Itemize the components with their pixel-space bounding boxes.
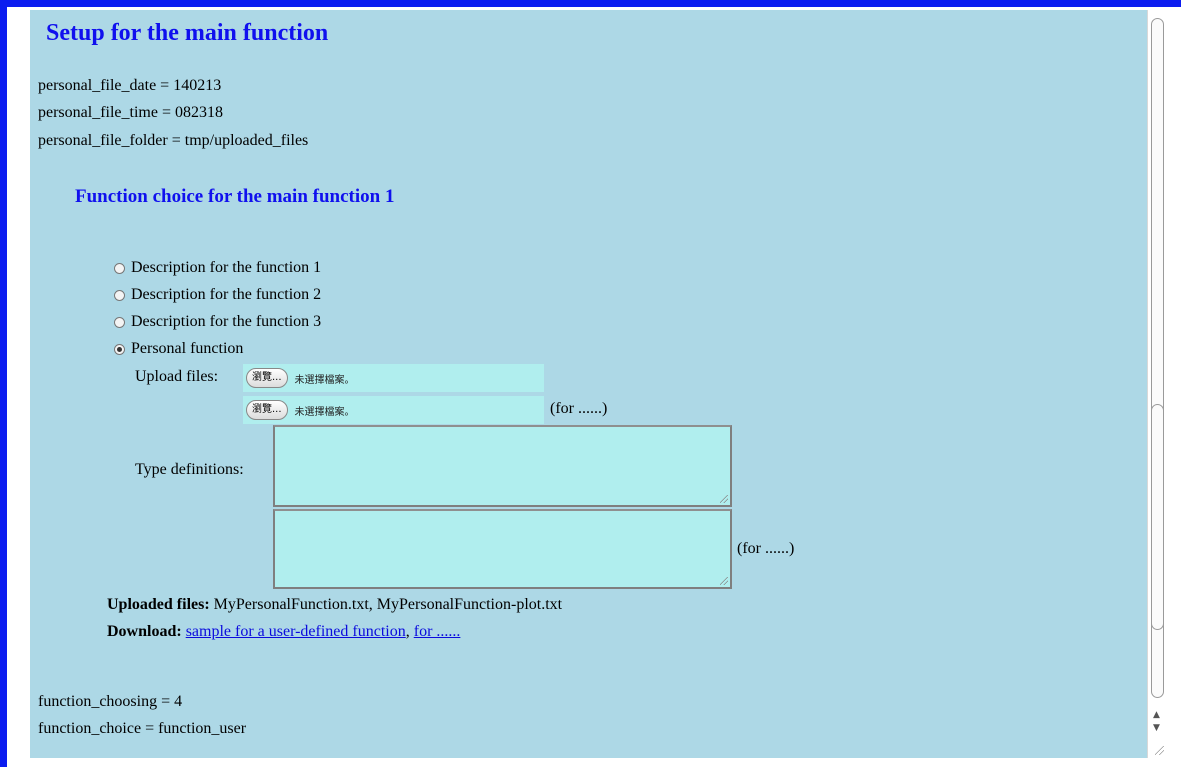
vertical-scrollbar[interactable]: ▲ ▼ [1147,10,1167,758]
arrow-down-icon[interactable]: ▼ [1153,724,1160,733]
resize-corner-icon[interactable] [1155,746,1164,755]
textarea-for-note: (for ......) [737,540,795,557]
file-status-2: 未選擇檔案。 [294,406,355,418]
type-definitions-label: Type definitions: [135,461,244,478]
download-line: Download: sample for a user-defined func… [107,623,460,641]
info-date: personal_file_date = 140213 [38,77,222,94]
file-input-1[interactable]: 瀏覽... 未選擇檔案。 [243,364,544,392]
type-definitions-textarea-1[interactable] [273,425,732,507]
uploaded-files-line: Uploaded files: MyPersonalFunction.txt, … [107,596,562,614]
upload-files-label: Upload files: [135,368,219,385]
radio-button-2[interactable] [114,289,125,301]
download-sample-link[interactable]: sample for a user-defined function [186,623,406,640]
resize-grip-icon[interactable] [720,495,728,503]
info-folder: personal_file_folder = tmp/uploaded_file… [38,132,309,149]
radio-label-1: Description for the function 1 [131,259,322,276]
radio-button-3[interactable] [114,316,125,328]
scrollbar-thumb[interactable] [1151,404,1164,630]
file-input-2[interactable]: 瀏覽... 未選擇檔案。 [243,396,544,424]
browse-button-1[interactable]: 瀏覽... [246,368,288,388]
uploaded-files-value: MyPersonalFunction.txt, MyPersonalFuncti… [213,596,563,613]
radio-option-4[interactable]: Personal function [114,340,243,358]
radio-label-4: Personal function [131,340,244,357]
radio-button-1[interactable] [114,262,125,274]
download-for-link[interactable]: for ...... [414,623,461,640]
download-label: Download: [107,623,182,640]
radio-button-4[interactable] [114,343,125,355]
file-for-note: (for ......) [550,400,608,417]
info-function-choice: function_choice = function_user [38,720,247,737]
file-status-1: 未選擇檔案。 [294,374,355,386]
radio-option-1[interactable]: Description for the function 1 [114,259,321,277]
radio-option-3[interactable]: Description for the function 3 [114,313,321,331]
info-function-choosing: function_choosing = 4 [38,693,183,710]
radio-label-3: Description for the function 3 [131,313,322,330]
section-title: Function choice for the main function 1 [75,186,395,207]
download-separator: , [405,623,410,640]
uploaded-files-label: Uploaded files: [107,596,210,613]
resize-grip-icon[interactable] [720,577,728,585]
radio-label-2: Description for the function 2 [131,286,322,303]
arrow-up-icon[interactable]: ▲ [1153,711,1160,720]
type-definitions-textarea-2[interactable] [273,509,732,589]
radio-option-2[interactable]: Description for the function 2 [114,286,321,304]
browse-button-2[interactable]: 瀏覽... [246,400,288,420]
page-title: Setup for the main function [46,20,329,46]
info-time: personal_file_time = 082318 [38,104,223,121]
main-content: Setup for the main function personal_fil… [30,10,1147,758]
